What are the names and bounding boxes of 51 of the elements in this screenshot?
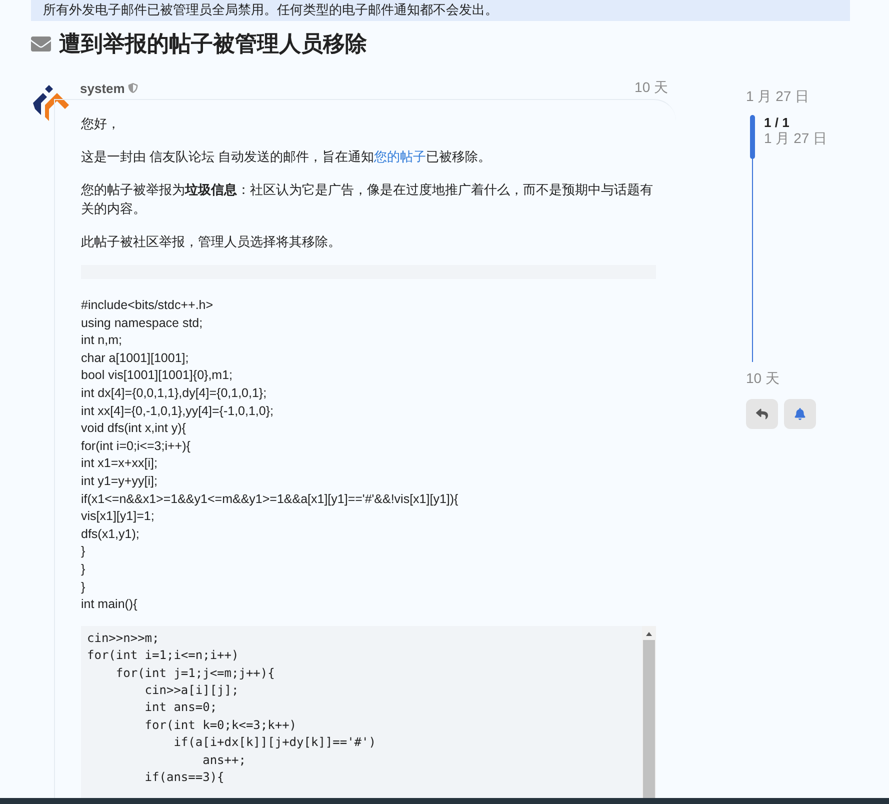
code-line: ans++; [202,752,247,769]
code-line: for(int k=0;k<=3;k++) [144,716,298,734]
body-paragraph: 您的帖子被举报为垃圾信息：社区认为它是广告，像是在过度地推广着什么，而不是预期中与话题有关的内容。 [81,181,654,218]
code-text-line: #include<bits/stdc++.h> [81,297,214,314]
code-text-line: dfs(x1,y1); [81,526,140,543]
scroll-up-arrow-icon[interactable] [645,630,653,638]
shield-icon [128,83,138,93]
post-link[interactable]: 您的帖子 [374,149,426,164]
code-line: for(int i=1;i<=n;i++) [87,647,240,664]
code-line: if(ans==3){ [144,768,226,786]
code-text-line: using namespace std; [81,314,204,332]
code-text-line: int n,m; [81,332,123,350]
envelope-icon [31,34,51,54]
code-text-line: } [81,560,86,578]
code-line: int ans=0; [144,699,218,716]
code-text-line: bool vis[1001][1001]{0},m1; [81,367,234,384]
code-text-line: for(int i=0;i<=3;i++){ [81,438,192,455]
code-line: for(int j=1;j<=m;j++){ [114,664,276,682]
scrollbar[interactable] [642,626,656,798]
code-text-line: if(x1<=n&&x1>=1&&y1<=m&&y1>=1&&a[x1][y1]=='#'&&!vis[x1][y1]){ [81,490,460,508]
timeline-start-date[interactable]: 1 月 27 日 [746,88,836,106]
greeting-text: 您好， [81,115,121,133]
timeline-track[interactable] [752,115,753,362]
timeline-end-date[interactable]: 10 天 [746,370,836,388]
notification-button[interactable] [784,399,816,429]
code-line: cin>>n>>m; [87,630,160,647]
username[interactable]: system [80,80,125,96]
post-age: 10 天 [634,79,668,97]
timeline-handle[interactable] [750,115,755,159]
code-text-line: int dx[4]={0,0,1,1},dy[4]={0,1,0,1}; [81,384,268,402]
code-line: if(a[i+dx[k]][j+dy[k]]=='#') [172,734,377,752]
code-text-line: } [81,578,86,596]
code-line: cin>>a[i][j]; [144,682,240,699]
code-text-line: int x1=x+xx[i]; [81,455,158,472]
code-text-line: } [81,543,86,560]
avatar-logo-icon [31,83,71,123]
reply-button[interactable] [746,399,778,429]
code-text-line: vis[x1][y1]=1; [81,508,156,526]
code-text-line: int xx[4]={0,-1,0,1},yy[4]={-1,0,1,0}; [81,402,274,420]
notice-banner: 所有外发电子邮件已被管理员全局禁用。任何类型的电子邮件通知都不会发出。 [31,0,850,21]
position-date: 1 月 27 日 [764,130,828,148]
intro-paragraph: 这是一封由 信友队论坛 自动发送的邮件，旨在通知您的帖子已被移除。 [81,148,492,166]
topic-title: 遭到举报的帖子被管理人员移除 [59,30,367,58]
code-text-line: void dfs(int x,int y){ [81,420,187,438]
code-text-line: int main(){ [81,596,138,614]
post-position: 1 / 1 [764,115,790,130]
body-paragraph: 此帖子被社区举报，管理人员选择将其移除。 [81,233,342,251]
reply-icon [756,408,768,420]
code-text-line: char a[1001][1001]; [81,350,190,367]
code-text-line: int y1=y+yy[i]; [81,472,158,490]
bell-icon [794,408,806,420]
